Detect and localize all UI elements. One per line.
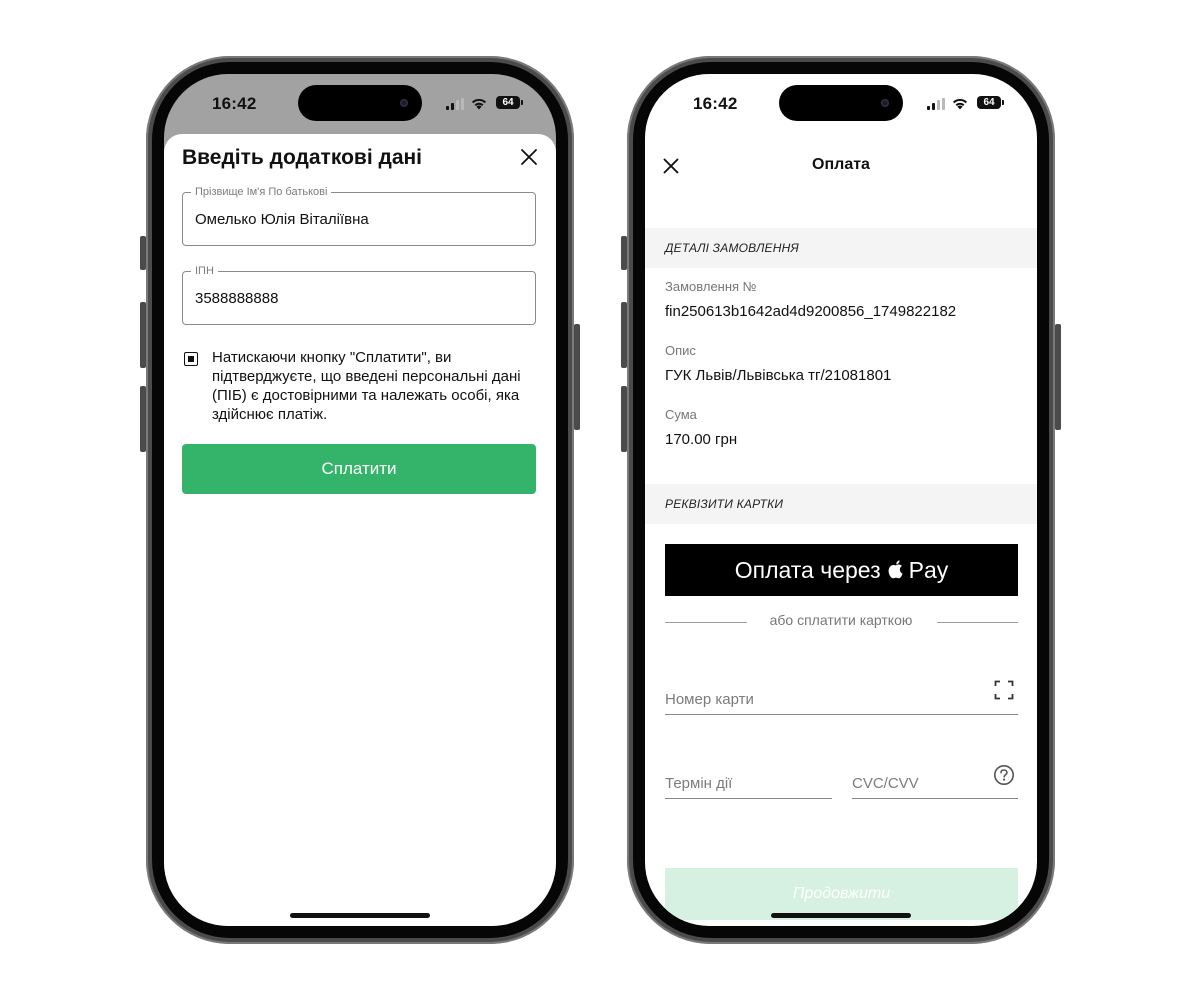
order-details-header: ДЕТАЛІ ЗАМОВЛЕННЯ <box>645 228 1037 268</box>
power-button <box>574 324 580 430</box>
description-value: ГУК Львів/Львівська тг/21081801 <box>665 367 892 384</box>
consent-text: Натискаючи кнопку "Сплатити", ви підтвер… <box>212 349 521 423</box>
volume-down-button <box>621 386 627 452</box>
consent-checkbox[interactable] <box>184 352 198 366</box>
phone-frame-right: 16:42 64 Оплата ДЕТАЛІ ЗАМОВЛЕННЯ Замовл… <box>621 56 1061 944</box>
amount-label: Сума <box>665 407 697 422</box>
pay-button[interactable]: Сплатити <box>182 444 536 494</box>
apple-logo-icon <box>888 560 903 579</box>
card-number-input[interactable] <box>665 684 1018 715</box>
close-icon[interactable] <box>520 148 538 166</box>
wifi-icon <box>953 98 967 110</box>
divider-right <box>937 622 1018 623</box>
order-number-value: fin250613b1642ad4d9200856_1749822182 <box>665 303 957 320</box>
status-bar: 16:42 64 <box>645 74 1037 134</box>
cellular-signal-icon <box>927 98 945 110</box>
screen-right: 16:42 64 Оплата ДЕТАЛІ ЗАМОВЛЕННЯ Замовл… <box>645 74 1037 926</box>
help-icon[interactable] <box>993 764 1015 786</box>
apple-pay-button[interactable]: Оплата через Pay <box>665 544 1018 596</box>
wifi-icon <box>472 98 486 110</box>
volume-up-button <box>140 302 146 368</box>
scan-card-icon[interactable] <box>994 680 1014 700</box>
status-time: 16:42 <box>212 94 257 113</box>
power-button <box>1055 324 1061 430</box>
full-name-input[interactable] <box>195 193 525 247</box>
description-label: Опис <box>665 343 696 358</box>
apple-pay-prefix: Оплата через <box>734 557 881 583</box>
status-time: 16:42 <box>693 94 738 113</box>
battery-icon: 64 <box>977 96 1004 109</box>
additional-data-sheet: Введіть додаткові дані Прізвище Ім'я По … <box>164 134 556 926</box>
full-name-field[interactable]: Прізвище Ім'я По батькові <box>182 185 536 247</box>
battery-icon: 64 <box>496 96 523 109</box>
screen-left: 16:42 64 Введіть додаткові дані Прізвище… <box>164 74 556 926</box>
or-pay-by-card-text: або сплатити карткою <box>769 612 913 628</box>
amount-value: 170.00 грн <box>665 431 738 448</box>
home-indicator <box>771 913 911 918</box>
tax-id-field[interactable]: ІПН <box>182 264 536 326</box>
checkbox-check-icon <box>187 355 194 362</box>
home-indicator <box>290 913 430 918</box>
tax-id-input[interactable] <box>195 272 525 326</box>
order-number-label: Замовлення № <box>665 279 757 294</box>
cellular-signal-icon <box>446 98 464 110</box>
page-title: Оплата <box>812 156 870 173</box>
status-bar: 16:42 64 <box>164 74 556 134</box>
card-details-header: РЕКВІЗИТИ КАРТКИ <box>645 484 1037 524</box>
apple-pay-suffix: Pay <box>908 557 949 583</box>
phone-frame-left: 16:42 64 Введіть додаткові дані Прізвище… <box>140 56 580 944</box>
action-button <box>140 236 146 270</box>
sheet-title: Введіть додаткові дані <box>182 146 423 169</box>
action-button <box>621 236 627 270</box>
volume-up-button <box>621 302 627 368</box>
expiry-input[interactable] <box>665 768 832 799</box>
volume-down-button <box>140 386 146 452</box>
